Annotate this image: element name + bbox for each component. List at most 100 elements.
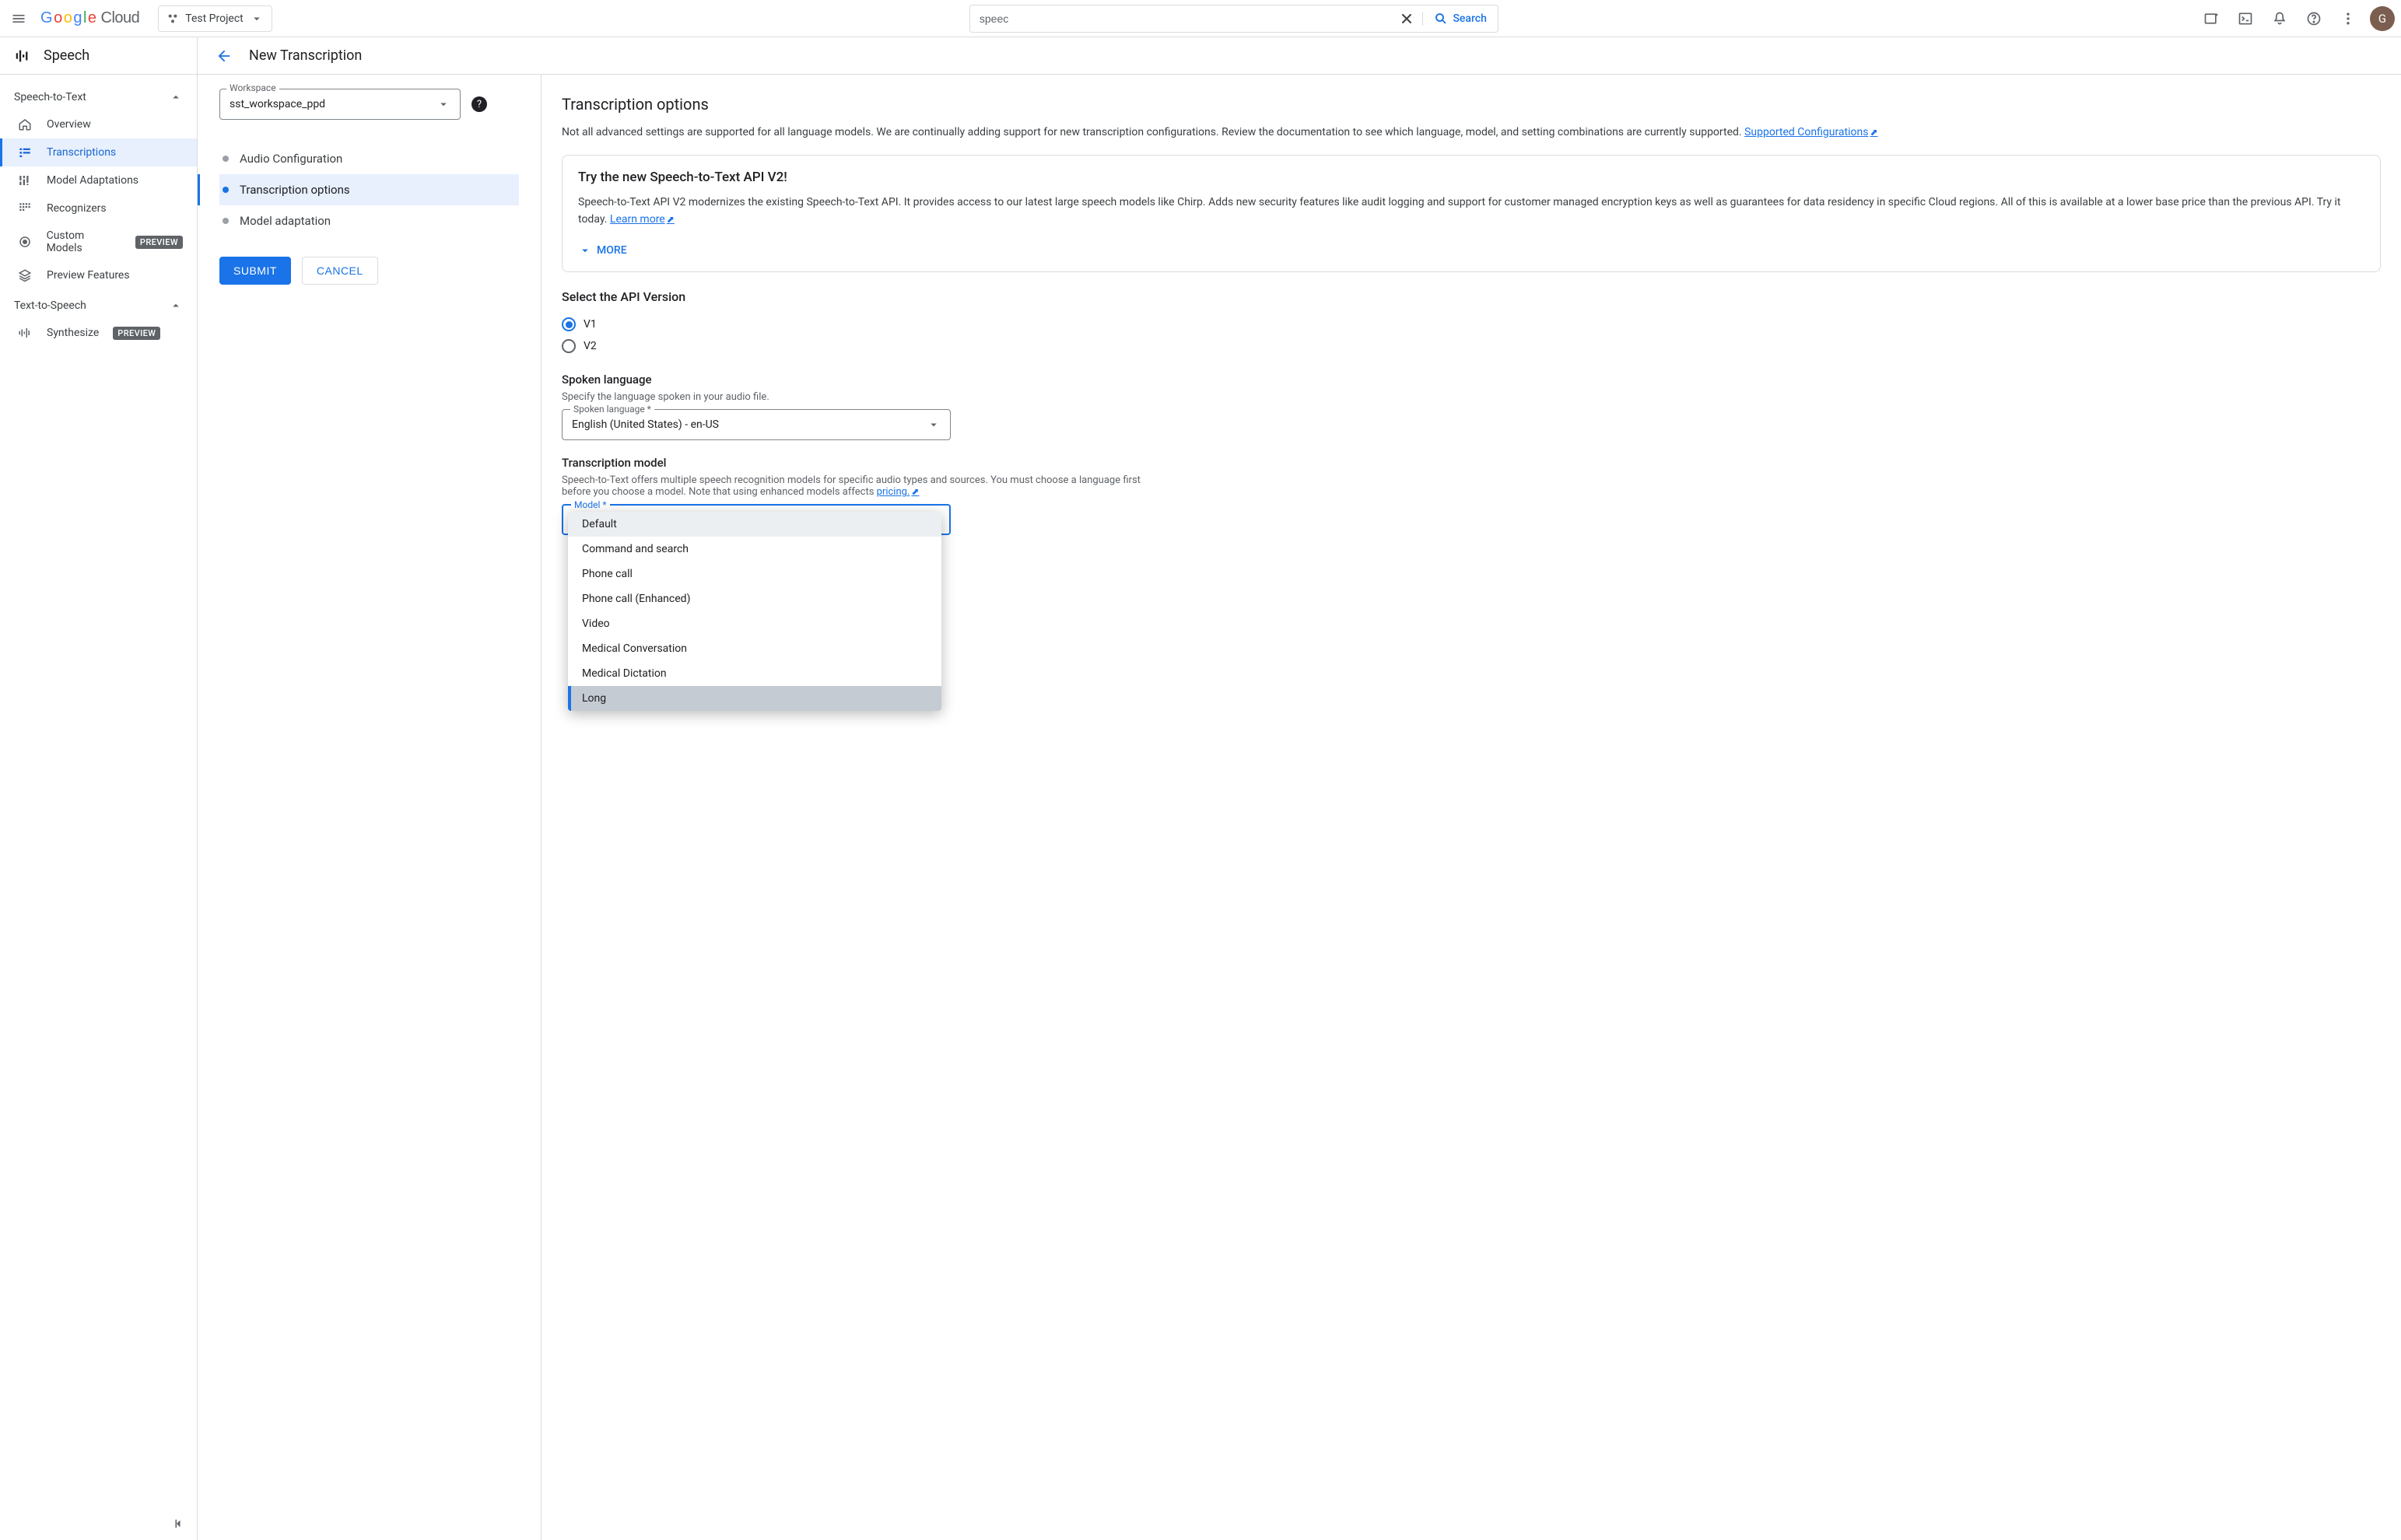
- main: Speech-to-Text Overview Transcriptions M…: [0, 75, 2401, 1540]
- sidebar-section-tts[interactable]: Text-to-Speech: [0, 289, 197, 319]
- model-option[interactable]: Phone call: [568, 562, 941, 586]
- sidebar-item-transcriptions[interactable]: Transcriptions: [0, 138, 197, 166]
- model-dropdown-scroll[interactable]: DefaultCommand and searchPhone callPhone…: [568, 512, 941, 711]
- sidebar-item-synthesize[interactable]: Synthesize PREVIEW: [0, 319, 197, 347]
- model-option[interactable]: Command and search: [568, 537, 941, 562]
- model-option[interactable]: Default: [568, 512, 941, 537]
- step-dot-icon: [223, 156, 229, 162]
- cancel-button[interactable]: CANCEL: [302, 257, 378, 285]
- model-option[interactable]: Medical Dictation: [568, 661, 941, 686]
- search-box: Search: [969, 5, 1498, 33]
- sidebar-item-label: Synthesize: [47, 327, 99, 339]
- chevron-up-icon: [169, 299, 183, 313]
- sidebar-section-stt[interactable]: Speech-to-Text: [0, 81, 197, 110]
- model-option[interactable]: Phone call (Enhanced): [568, 586, 941, 611]
- list-icon: [17, 145, 33, 159]
- workspace-help-icon[interactable]: ?: [471, 96, 487, 112]
- radio-icon: [562, 317, 576, 331]
- api-version-v2-radio[interactable]: V2: [562, 335, 2381, 357]
- search-wrap: Search: [282, 5, 2186, 33]
- avatar[interactable]: G: [2370, 6, 2395, 31]
- dropdown-icon: [250, 12, 264, 26]
- step-model-adaptation[interactable]: Model adaptation: [219, 205, 519, 236]
- sidebar-item-preview-features[interactable]: Preview Features: [0, 261, 197, 289]
- api-version-v1-radio[interactable]: V1: [562, 313, 2381, 335]
- speech-product-icon: [14, 47, 31, 65]
- more-icon[interactable]: [2333, 3, 2364, 34]
- cloud-shell-icon[interactable]: [2196, 3, 2227, 34]
- page-title: New Transcription: [249, 47, 362, 64]
- project-picker[interactable]: Test Project: [158, 5, 272, 32]
- external-link-icon: ⬈: [1870, 127, 1877, 138]
- step-audio-configuration[interactable]: Audio Configuration: [219, 143, 519, 174]
- layers-icon: [17, 268, 33, 282]
- search-input[interactable]: [970, 5, 1392, 32]
- radio-icon: [562, 339, 576, 353]
- promo-more-toggle[interactable]: MORE: [578, 243, 2364, 257]
- model-option[interactable]: Medical Conversation: [568, 636, 941, 661]
- section-heading: Transcription options: [562, 95, 2381, 114]
- sidebar-item-label: Transcriptions: [47, 146, 116, 159]
- section-description: Not all advanced settings are supported …: [562, 124, 2381, 141]
- chevron-up-icon: [169, 90, 183, 104]
- model-option[interactable]: Long: [568, 686, 941, 711]
- workspace-value: sst_workspace_ppd: [230, 98, 436, 110]
- learn-more-link[interactable]: Learn more⬈: [610, 213, 675, 226]
- home-icon: [17, 117, 33, 131]
- preview-badge: PREVIEW: [135, 236, 183, 249]
- sidebar-item-custom-models[interactable]: Custom Models PREVIEW: [0, 222, 197, 261]
- spoken-language-title: Spoken language: [562, 373, 2381, 387]
- supported-configurations-link[interactable]: Supported Configurations⬈: [1744, 126, 1877, 138]
- spoken-language-select[interactable]: Spoken language * English (United States…: [562, 409, 951, 440]
- sidebar-item-label: Custom Models: [47, 229, 121, 254]
- preview-badge: PREVIEW: [113, 327, 160, 340]
- step-dot-icon: [223, 218, 229, 224]
- sidebar-item-overview[interactable]: Overview: [0, 110, 197, 138]
- waveform-icon: [17, 326, 33, 340]
- pricing-link[interactable]: pricing.⬈: [877, 486, 920, 498]
- step-dot-icon: [223, 187, 229, 193]
- spoken-language-desc: Specify the language spoken in your audi…: [562, 391, 2381, 403]
- step-transcription-options[interactable]: Transcription options: [219, 174, 519, 205]
- api-version-title: Select the API Version: [562, 289, 2381, 304]
- target-icon: [17, 235, 33, 249]
- chevron-down-icon: [578, 243, 592, 257]
- search-button[interactable]: Search: [1422, 12, 1497, 26]
- menu-icon[interactable]: [6, 6, 31, 31]
- sidebar: Speech-to-Text Overview Transcriptions M…: [0, 75, 198, 1540]
- project-name: Test Project: [185, 12, 243, 25]
- promo-body: Speech-to-Text API V2 modernizes the exi…: [578, 194, 2364, 228]
- product-bar: Speech New Transcription: [0, 37, 2401, 75]
- top-bar: Google Cloud Test Project Search: [0, 0, 2401, 37]
- tune-icon: [17, 173, 33, 187]
- back-button[interactable]: [213, 45, 235, 67]
- model-option[interactable]: Video: [568, 611, 941, 636]
- sidebar-item-model-adaptations[interactable]: Model Adaptations: [0, 166, 197, 194]
- promo-card: Try the new Speech-to-Text API V2! Speec…: [562, 155, 2381, 272]
- search-icon: [1434, 12, 1448, 26]
- dropdown-icon: [927, 418, 941, 432]
- workspace-select[interactable]: Workspace sst_workspace_ppd: [219, 89, 461, 120]
- external-link-icon: ⬈: [667, 214, 675, 225]
- model-title: Transcription model: [562, 456, 2381, 470]
- google-cloud-logo[interactable]: Google Cloud: [40, 9, 139, 27]
- terminal-icon[interactable]: [2230, 3, 2261, 34]
- sidebar-item-label: Recognizers: [47, 202, 107, 215]
- product-title: Speech: [44, 47, 89, 64]
- content-column: Transcription options Not all advanced s…: [542, 75, 2401, 1540]
- notifications-icon[interactable]: [2264, 3, 2295, 34]
- sidebar-item-label: Preview Features: [47, 269, 130, 282]
- dropdown-icon: [436, 97, 450, 111]
- model-dropdown-menu: DefaultCommand and searchPhone callPhone…: [568, 512, 941, 711]
- help-icon[interactable]: [2298, 3, 2329, 34]
- grid-icon: [17, 201, 33, 215]
- promo-title: Try the new Speech-to-Text API V2!: [578, 170, 2364, 185]
- model-desc: Speech-to-Text offers multiple speech re…: [562, 474, 1153, 498]
- clear-search-button[interactable]: [1391, 11, 1422, 26]
- sidebar-item-label: Overview: [47, 118, 91, 131]
- external-link-icon: ⬈: [911, 486, 919, 497]
- sidebar-item-label: Model Adaptations: [47, 174, 138, 187]
- submit-button[interactable]: SUBMIT: [219, 257, 291, 285]
- collapse-sidebar-button[interactable]: [172, 1517, 186, 1531]
- sidebar-item-recognizers[interactable]: Recognizers: [0, 194, 197, 222]
